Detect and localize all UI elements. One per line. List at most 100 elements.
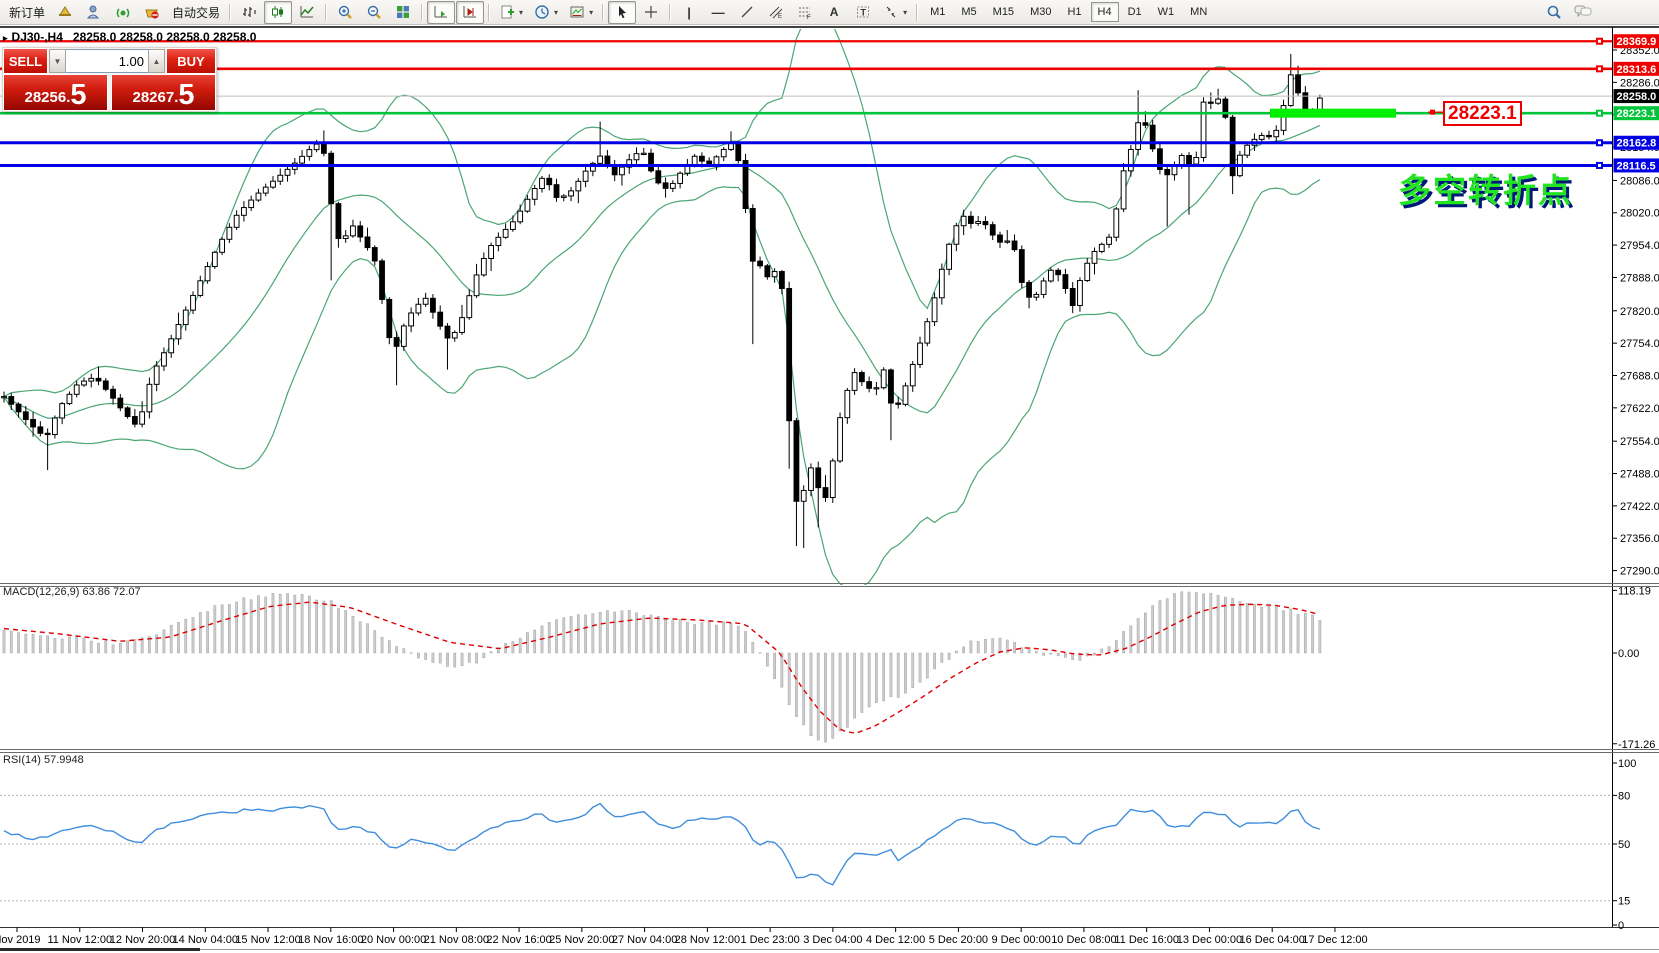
timeframe-H4[interactable]: H4 bbox=[1091, 2, 1119, 22]
chart-shift-icon[interactable] bbox=[456, 1, 484, 24]
svg-text:Nov 2019: Nov 2019 bbox=[0, 934, 41, 946]
toolbar-separator bbox=[602, 4, 604, 21]
svg-text:15 Nov 12:00: 15 Nov 12:00 bbox=[235, 934, 300, 946]
rsi-indicator-label: RSI(14) 57.9948 bbox=[3, 754, 84, 766]
svg-text:28258.0: 28258.0 bbox=[1617, 91, 1657, 103]
vertical-line-icon[interactable]: | bbox=[675, 1, 703, 24]
dropdown-caret-icon: ▾ bbox=[589, 8, 593, 17]
toolbar-separator bbox=[488, 4, 490, 21]
zoom-out-icon[interactable] bbox=[360, 1, 388, 24]
timeframe-M5[interactable]: M5 bbox=[954, 2, 983, 22]
svg-text:27356.0: 27356.0 bbox=[1620, 533, 1659, 545]
shapes-tool-button[interactable]: ▾ bbox=[878, 1, 912, 24]
timeframe-H1[interactable]: H1 bbox=[1060, 2, 1088, 22]
timeframe-M15[interactable]: M15 bbox=[986, 2, 1021, 22]
svg-text:T: T bbox=[861, 8, 867, 18]
search-icon[interactable] bbox=[1540, 1, 1568, 24]
svg-text:F: F bbox=[807, 15, 811, 20]
dropdown-caret-icon: ▾ bbox=[519, 8, 523, 17]
svg-text:28116.5: 28116.5 bbox=[1617, 160, 1656, 172]
candlesticks bbox=[2, 54, 1323, 548]
hat-icon[interactable] bbox=[51, 1, 79, 24]
buy-button[interactable]: BUY bbox=[166, 48, 216, 74]
add-indicator-button[interactable]: ▾ bbox=[494, 1, 528, 24]
tile-windows-icon[interactable] bbox=[389, 1, 417, 24]
svg-text:3 Dec 04:00: 3 Dec 04:00 bbox=[803, 934, 862, 946]
timeframe-MN[interactable]: MN bbox=[1183, 2, 1214, 22]
template-button[interactable]: ▾ bbox=[564, 1, 598, 24]
svg-text:21 Nov 08:00: 21 Nov 08:00 bbox=[424, 934, 489, 946]
candlestick-chart-icon[interactable] bbox=[264, 1, 292, 24]
period-button[interactable]: ▾ bbox=[529, 1, 563, 24]
svg-text:5 Dec 20:00: 5 Dec 20:00 bbox=[929, 934, 988, 946]
sell-price-button[interactable]: 28256.5 bbox=[3, 74, 108, 111]
rsi-panel bbox=[0, 795, 1612, 900]
svg-text:0: 0 bbox=[1618, 920, 1624, 932]
svg-text:0.00: 0.00 bbox=[1618, 648, 1639, 660]
svg-text:27754.0: 27754.0 bbox=[1620, 338, 1659, 350]
profile-icon[interactable] bbox=[80, 1, 108, 24]
timeframe-toolbar: M1M5M15M30H1H4D1W1MN bbox=[922, 2, 1215, 22]
svg-text:28223.1: 28223.1 bbox=[1617, 108, 1657, 120]
auto-scroll-icon[interactable] bbox=[427, 1, 455, 24]
text-tool-icon[interactable]: A bbox=[820, 1, 848, 24]
trendline-icon[interactable] bbox=[733, 1, 761, 24]
svg-text:28086.0: 28086.0 bbox=[1620, 175, 1659, 187]
chart-window: 28352.028286.028220.028154.028086.028020… bbox=[0, 26, 1659, 953]
horizontal-line-icon[interactable]: — bbox=[704, 1, 732, 24]
line-chart-icon[interactable] bbox=[293, 1, 321, 24]
sell-button[interactable]: SELL bbox=[3, 48, 48, 74]
volume-decrease-button[interactable]: ▼ bbox=[49, 49, 66, 73]
bar-chart-icon[interactable] bbox=[235, 1, 263, 24]
svg-text:18 Nov 16:00: 18 Nov 16:00 bbox=[298, 934, 363, 946]
timeframe-M1[interactable]: M1 bbox=[923, 2, 952, 22]
market-icon[interactable] bbox=[138, 1, 166, 24]
cursor-icon[interactable] bbox=[608, 1, 636, 24]
dropdown-caret-icon: ▾ bbox=[554, 8, 558, 17]
svg-text:100: 100 bbox=[1618, 758, 1636, 770]
price-callout-label[interactable]: 28223.1 bbox=[1443, 101, 1522, 126]
svg-text:80: 80 bbox=[1618, 790, 1630, 802]
svg-text:9 Dec 00:00: 9 Dec 00:00 bbox=[991, 934, 1050, 946]
svg-text:25 Nov 20:00: 25 Nov 20:00 bbox=[549, 934, 614, 946]
date-axis[interactable]: Nov 201911 Nov 12:0012 Nov 20:0014 Nov 0… bbox=[0, 928, 1368, 947]
equidistant-channel-icon[interactable]: E bbox=[762, 1, 790, 24]
crosshair-icon[interactable] bbox=[637, 1, 665, 24]
zoom-in-icon[interactable] bbox=[331, 1, 359, 24]
new-order-button[interactable]: 新订单 bbox=[4, 1, 50, 24]
svg-text:28286.0: 28286.0 bbox=[1620, 77, 1659, 89]
chat-icon[interactable] bbox=[1569, 1, 1597, 24]
svg-text:28020.0: 28020.0 bbox=[1620, 208, 1659, 220]
toolbar-separator bbox=[916, 4, 918, 21]
timeframe-W1[interactable]: W1 bbox=[1151, 2, 1182, 22]
fibonacci-icon[interactable]: F bbox=[791, 1, 819, 24]
volume-input[interactable] bbox=[66, 49, 148, 73]
auto-trading-button[interactable]: 自动交易 bbox=[167, 1, 225, 24]
buy-price-fraction: 5 bbox=[178, 83, 194, 108]
support-highlight-bar[interactable] bbox=[1270, 109, 1396, 118]
svg-text:118.19: 118.19 bbox=[1618, 585, 1651, 597]
sell-price-main: 28256 bbox=[24, 90, 66, 105]
turning-point-annotation[interactable]: 多空转折点 bbox=[1398, 164, 1573, 212]
svg-text:16 Dec 04:00: 16 Dec 04:00 bbox=[1239, 934, 1304, 946]
svg-text:11 Nov 12:00: 11 Nov 12:00 bbox=[47, 934, 112, 946]
dropdown-caret-icon: ▾ bbox=[903, 8, 907, 17]
volume-control: ▼ ▲ bbox=[48, 48, 166, 74]
horizontal-level-lines[interactable] bbox=[0, 38, 1612, 169]
svg-text:50: 50 bbox=[1618, 839, 1630, 851]
price-axis[interactable]: 28352.028286.028220.028154.028086.028020… bbox=[1613, 34, 1659, 932]
signal-icon[interactable] bbox=[109, 1, 137, 24]
svg-text:27554.0: 27554.0 bbox=[1620, 436, 1659, 448]
svg-text:27688.0: 27688.0 bbox=[1620, 370, 1659, 382]
toolbar-separator bbox=[229, 4, 231, 21]
one-click-trading-panel: SELL ▼ ▲ BUY 28256.5 28267.5 bbox=[2, 47, 217, 112]
volume-increase-button[interactable]: ▲ bbox=[148, 49, 165, 73]
timeframe-M30[interactable]: M30 bbox=[1023, 2, 1058, 22]
svg-text:27954.0: 27954.0 bbox=[1620, 240, 1659, 252]
timeframe-D1[interactable]: D1 bbox=[1121, 2, 1149, 22]
buy-price-button[interactable]: 28267.5 bbox=[111, 74, 216, 111]
text-label-tool-icon[interactable]: T bbox=[849, 1, 877, 24]
collapse-triangle-icon[interactable]: ▸ bbox=[3, 33, 8, 43]
toolbar-separator bbox=[325, 4, 327, 21]
svg-text:28369.9: 28369.9 bbox=[1617, 36, 1657, 48]
